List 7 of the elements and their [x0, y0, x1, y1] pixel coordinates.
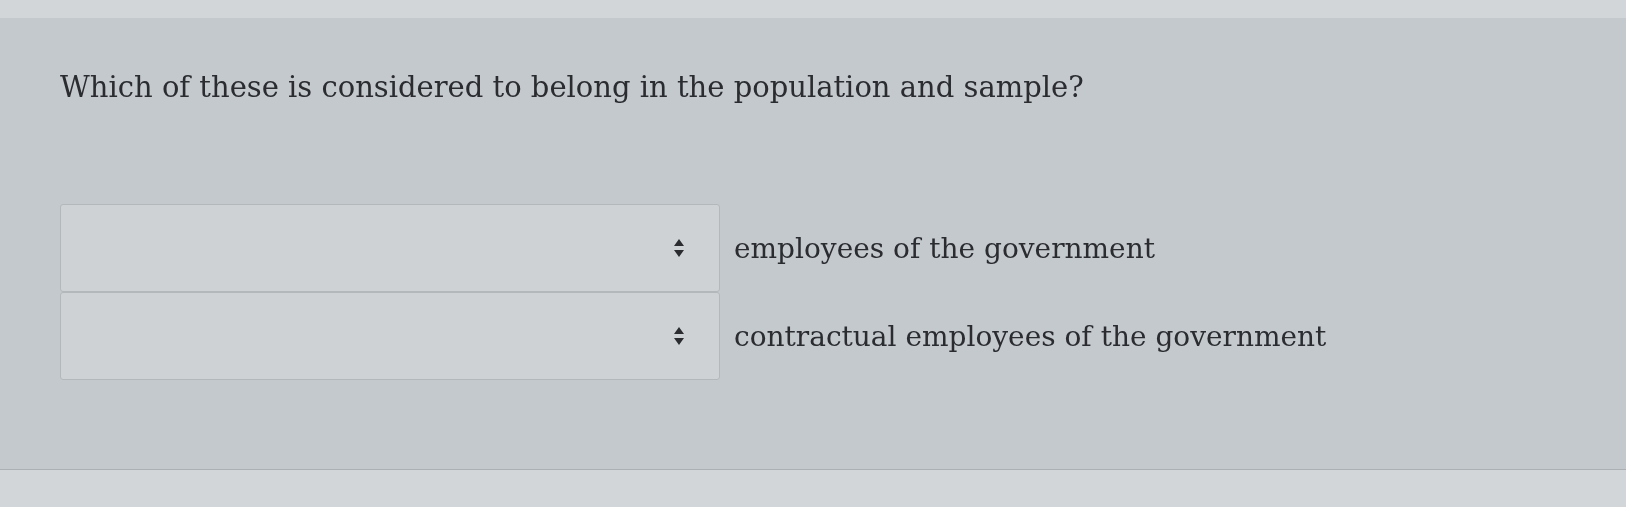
answer-dropdown[interactable] — [60, 292, 720, 380]
option-label: contractual employees of the government — [734, 319, 1327, 353]
up-down-arrow-icon — [673, 238, 685, 258]
up-down-arrow-icon — [673, 326, 685, 346]
answer-dropdown[interactable] — [60, 204, 720, 292]
question-text: Which of these is considered to belong in the population and sample? — [60, 70, 1085, 104]
option-label: employees of the government — [734, 231, 1155, 265]
